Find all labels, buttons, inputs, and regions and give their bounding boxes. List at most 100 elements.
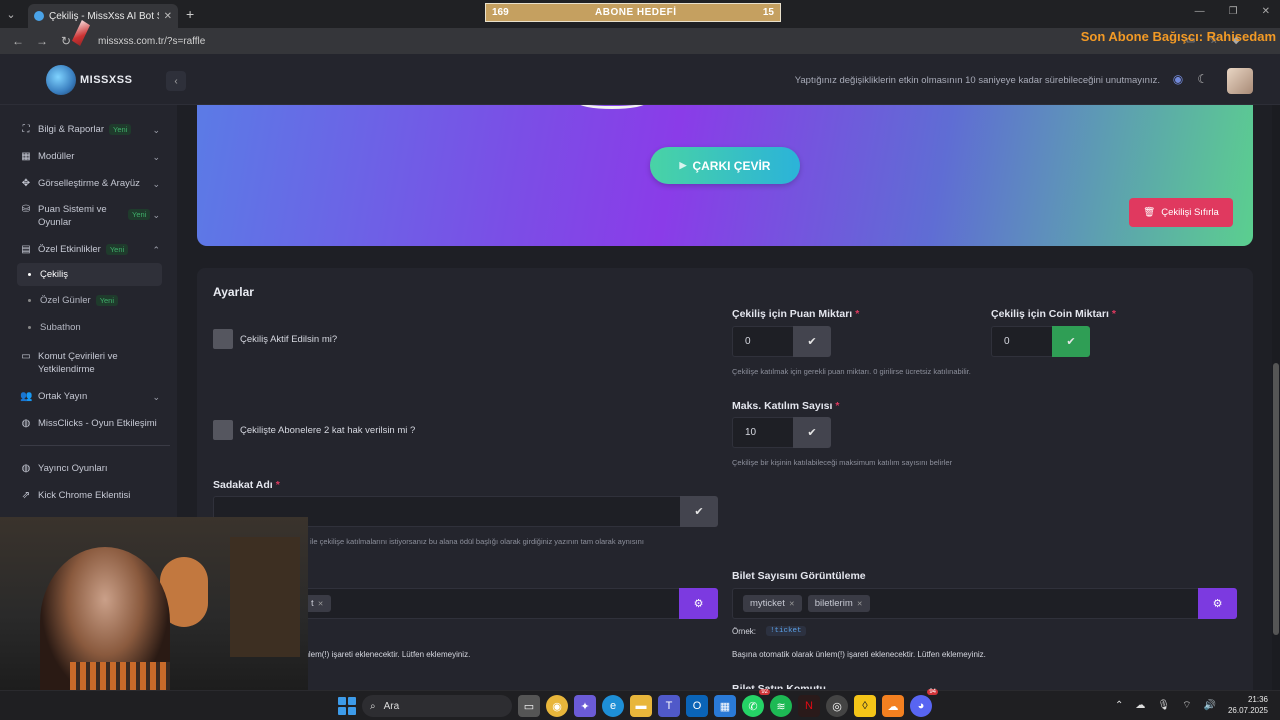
reset-raffle-button[interactable]: 🗑 Çekilişi Sıfırla xyxy=(1129,198,1233,227)
discord-taskbar-icon[interactable]: ◕ 94 xyxy=(910,689,938,717)
checkbox-label: Çekilişte Abonelere 2 kat hak verilsin m… xyxy=(240,424,416,436)
close-window-icon[interactable]: ✕ xyxy=(1262,6,1270,17)
netflix-icon[interactable]: N xyxy=(798,695,820,717)
checkbox-box[interactable] xyxy=(213,329,233,349)
sidebar-item-special-events[interactable]: ▤ Özel Etkinlikler Yeni ⌃ xyxy=(20,243,170,256)
spin-wheel-button[interactable]: ▶ ÇARKI ÇEVİR xyxy=(650,147,800,184)
sidebar-subitem-raffle[interactable]: Çekiliş xyxy=(17,263,162,286)
goal-title: ABONE HEDEFİ xyxy=(595,7,677,18)
clock[interactable]: 21:36 26.07.2025 xyxy=(1228,694,1268,716)
app-header: MISSXSS ‹ Yaptığınız değişikliklerin etk… xyxy=(0,54,1280,105)
join-command-settings-button[interactable]: ⚙ xyxy=(679,588,718,619)
sidebar-item-reports[interactable]: ⛶ Bilgi & Raporlar Yeni ⌄ xyxy=(20,123,170,136)
chevron-down-icon: ⌄ xyxy=(152,152,160,162)
max-entries-save-button[interactable]: ✔ xyxy=(793,417,831,448)
tab-close-icon[interactable]: ✕ xyxy=(164,11,172,22)
sidebar-item-commands[interactable]: ▭ Komut Çevirileri ve Yetkilendirme xyxy=(20,350,170,376)
brand-logo[interactable]: MISSXSS xyxy=(46,65,132,95)
tab-favicon-icon xyxy=(34,11,44,21)
sidebar-item-visuals[interactable]: ✥ Görselleştirme & Arayüz ⌄ xyxy=(20,177,170,190)
obs-icon[interactable]: ◎ xyxy=(826,695,848,717)
task-view-icon[interactable]: ▭ xyxy=(518,695,540,717)
discord-icon[interactable]: ◉ xyxy=(1173,72,1183,86)
bullet-icon xyxy=(28,273,31,276)
file-explorer-icon[interactable]: ▬ xyxy=(630,695,652,717)
new-tab-plus-icon[interactable]: + xyxy=(186,6,194,22)
browser-tab[interactable]: Çekiliş - MissXss AI Bot System ✕ xyxy=(28,4,178,28)
settings-title: Ayarlar xyxy=(213,285,254,299)
checkbox-box[interactable] xyxy=(213,420,233,440)
user-avatar[interactable] xyxy=(1227,68,1253,94)
tag-remove-icon[interactable]: ✕ xyxy=(318,600,324,608)
points-input[interactable]: 0 xyxy=(732,326,793,357)
points-save-button[interactable]: ✔ xyxy=(793,326,831,357)
raffle-active-checkbox[interactable]: Çekiliş Aktif Edilsin mi? xyxy=(213,329,337,349)
sub-double-chance-checkbox[interactable]: Çekilişte Abonelere 2 kat hak verilsin m… xyxy=(213,420,415,440)
calendar-icon: ▤ xyxy=(21,244,31,255)
chrome-icon[interactable]: ◉ xyxy=(546,695,568,717)
tag-remove-icon[interactable]: ✕ xyxy=(857,600,863,608)
sidebar-subitem-subathon[interactable]: Subathon xyxy=(28,322,81,333)
spin-label: ÇARKI ÇEVİR xyxy=(692,158,771,173)
forward-icon[interactable]: → xyxy=(30,34,54,48)
sidebar-item-missclicks[interactable]: ◍ MissClicks - Oyun Etkileşimi xyxy=(20,417,170,430)
streamer-webcam xyxy=(0,517,308,695)
shield-app-icon[interactable]: ◊ xyxy=(854,695,876,717)
coin-label: Çekiliş için Coin Miktarı * xyxy=(991,308,1116,320)
webcam-shelf xyxy=(230,537,300,657)
sidebar-item-co-stream[interactable]: 👥 Ortak Yayın ⌄ xyxy=(20,390,170,403)
system-tray: ⌃ ☁ 🎙 ⌔ 🔊 21:36 26.07.2025 xyxy=(1115,694,1268,716)
url-field[interactable]: missxss.com.tr/?s=raffle xyxy=(98,36,205,47)
coin-input-group: 0 ✔ xyxy=(991,326,1090,357)
ticket-tag-input: myticket ✕ biletlerim ✕ ⚙ xyxy=(732,588,1237,619)
subscriber-goal-overlay: 169 ABONE HEDEFİ 15 xyxy=(485,3,781,22)
windows-taskbar: ⌕ Ara ▭ ◉ ✦ e ▬ T O ▦ ✆ 92 ≋ N ◎ ◊ ☁ ◕ 94 … xyxy=(0,689,1280,720)
taskbar-search[interactable]: ⌕ Ara xyxy=(362,695,512,717)
ticket-command-input[interactable]: myticket ✕ biletlerim ✕ xyxy=(732,588,1198,619)
sidebar-item-chrome-extension[interactable]: ⇗ Kick Chrome Eklentisi xyxy=(20,489,170,502)
coin-input[interactable]: 0 xyxy=(991,326,1052,357)
sidebar-collapse-button[interactable]: ‹ xyxy=(166,71,186,91)
whatsapp-icon[interactable]: ✆ 92 xyxy=(742,689,770,717)
sidebar-item-label: Komut Çevirileri ve Yetkilendirme xyxy=(38,351,118,375)
header-icons: ◉ ☾ xyxy=(1173,72,1208,86)
tray-overflow-icon[interactable]: ⌃ xyxy=(1115,700,1123,711)
edge-icon[interactable]: e xyxy=(602,695,624,717)
volume-icon[interactable]: 🔊 xyxy=(1204,700,1216,711)
loyalty-save-button[interactable]: ✔ xyxy=(680,496,718,527)
sidebar-subitem-special-days[interactable]: Özel Günler Yeni xyxy=(28,295,119,306)
max-entries-label: Maks. Katılım Sayısı * xyxy=(732,400,840,412)
outlook-icon[interactable]: O xyxy=(686,695,708,717)
sidebar-divider xyxy=(20,445,170,446)
example-code: !ticket xyxy=(766,626,806,636)
network-icon[interactable]: ☁ xyxy=(1135,700,1145,711)
sidebar-subitem-label: Subathon xyxy=(40,322,81,333)
cloudflare-icon[interactable]: ☁ xyxy=(882,695,904,717)
sidebar-item-points[interactable]: ⛁ Puan Sistemi ve Oyunlar Yeni ⌄ xyxy=(20,203,170,229)
dark-mode-moon-icon[interactable]: ☾ xyxy=(1197,72,1208,86)
spotify-icon[interactable]: ≋ xyxy=(770,695,792,717)
copilot-icon[interactable]: ✦ xyxy=(574,695,596,717)
page-scrollbar[interactable] xyxy=(1272,105,1280,720)
teams-icon[interactable]: T xyxy=(658,695,680,717)
ticket-tag-biletlerim[interactable]: biletlerim ✕ xyxy=(807,595,870,612)
minimize-icon[interactable]: — xyxy=(1195,6,1205,17)
mic-icon[interactable]: 🎙 xyxy=(1157,700,1170,711)
scrollbar-thumb[interactable] xyxy=(1273,363,1279,635)
ticket-settings-button[interactable]: ⚙ xyxy=(1198,588,1237,619)
tag-remove-icon[interactable]: ✕ xyxy=(789,600,795,608)
windows-start-icon[interactable] xyxy=(338,697,356,715)
maximize-icon[interactable]: ❐ xyxy=(1229,6,1238,17)
back-icon[interactable]: ← xyxy=(6,34,30,48)
calculator-icon[interactable]: ▦ xyxy=(714,695,736,717)
max-entries-input[interactable]: 10 xyxy=(732,417,793,448)
tab-search-chevron-icon[interactable]: ⌄ xyxy=(0,4,22,24)
sidebar-item-streamer-games[interactable]: ◍ Yayıncı Oyunları xyxy=(20,462,170,475)
ticket-tag-myticket[interactable]: myticket ✕ xyxy=(743,595,802,612)
coin-save-button[interactable]: ✔ xyxy=(1052,326,1090,357)
sidebar-subitem-label: Özel Günler xyxy=(40,295,91,306)
sidebar-item-modules[interactable]: ▦ Modüller ⌄ xyxy=(20,150,170,163)
wifi-icon[interactable]: ⌔ xyxy=(1182,699,1191,712)
new-badge: Yeni xyxy=(105,243,129,255)
tab-title: Çekiliş - MissXss AI Bot System xyxy=(49,10,159,22)
